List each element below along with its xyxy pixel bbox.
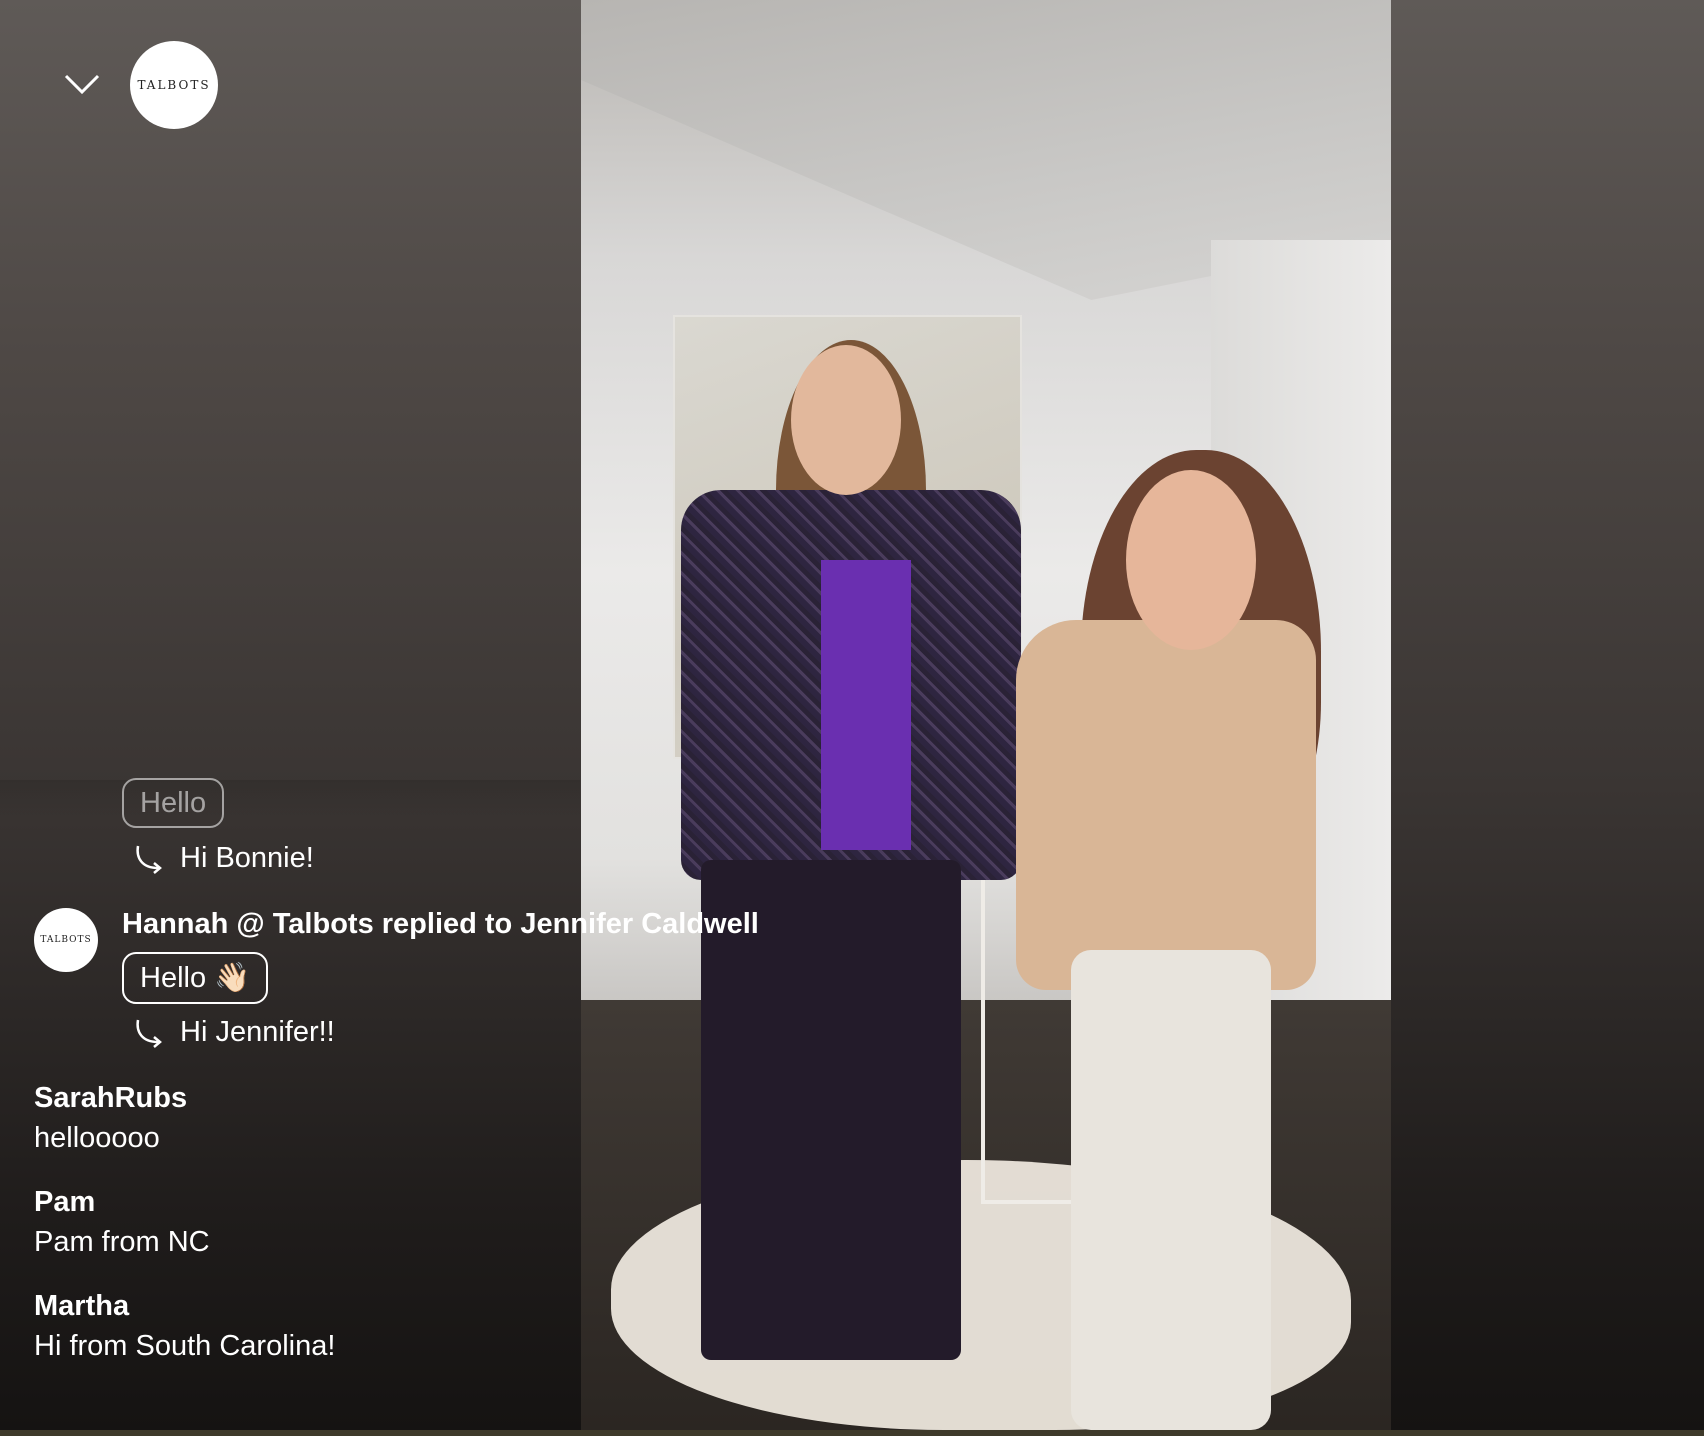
chat-author: SarahRubs [34,1082,188,1114]
commenter-avatar-text: TALBOTS [40,935,92,945]
live-video-frame[interactable] [581,0,1391,1430]
host-two-sweater [1016,620,1316,990]
chat-message-text: hellooooo [34,1122,160,1154]
chat-message-text: Pam from NC [34,1226,210,1258]
chat-fade [0,780,580,820]
chevron-down-icon [64,74,100,95]
reply-text: Hi Jennifer!! [180,1016,335,1048]
chat-message-text: Hi from South Carolina! [34,1330,336,1362]
reply-row: Hi Bonnie! [132,842,314,875]
host-two-pants [1071,950,1271,1430]
host-two-face [1126,470,1256,650]
commenter-avatar[interactable]: TALBOTS [34,908,98,972]
reply-text: Hi Bonnie! [180,842,314,874]
host-one-top [821,560,911,850]
reply-arrow-icon [136,1019,162,1048]
reaction-pill-label: Hello 👋🏻 [140,962,251,994]
reply-arrow-icon [136,845,162,874]
reaction-pill[interactable]: Hello [122,778,225,828]
chat-author: Martha [34,1290,130,1322]
bottom-strip [0,1430,1704,1436]
chat-author: Pam [34,1186,96,1218]
brand-logo-text: TALBOTS [137,78,211,92]
reaction-pill[interactable]: Hello 👋🏻 [122,952,269,1004]
reply-header: Hannah @ Talbots replied to Jennifer Cal… [122,908,759,940]
collapse-button[interactable] [58,64,106,104]
reply-row: Hi Jennifer!! [132,1016,335,1049]
host-one-face [791,345,901,495]
brand-avatar[interactable]: TALBOTS [130,41,218,129]
live-stream-stage: TALBOTS Hello Hi Bonnie! TALBOTS Hannah … [0,0,1704,1430]
reaction-pill-label: Hello [140,786,207,819]
